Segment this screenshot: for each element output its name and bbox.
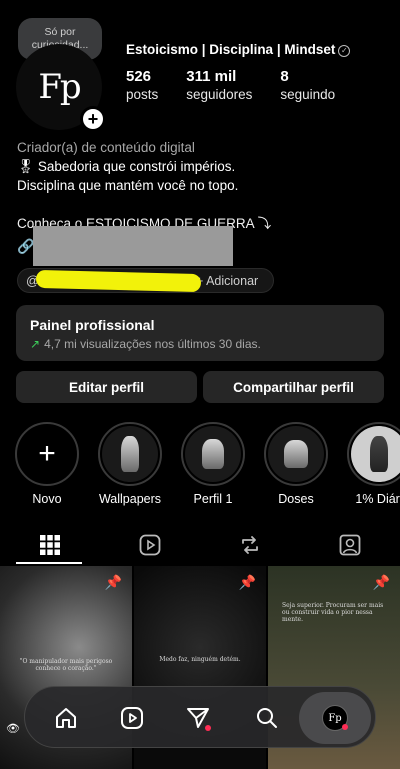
- highlight-perfil-1[interactable]: Perfil 1: [180, 422, 246, 506]
- profile-stats: 526 posts 311 mil seguidores 8 seguindo: [126, 68, 363, 102]
- stat-followers[interactable]: 311 mil seguidores: [186, 68, 252, 102]
- grid-icon: [40, 535, 60, 555]
- reels-icon: [139, 534, 161, 556]
- highlight-label: Doses: [278, 492, 314, 506]
- bio-category: Criador(a) de conteúdo digital: [17, 140, 195, 155]
- home-icon: [56, 708, 76, 728]
- stat-value: 8: [280, 68, 289, 85]
- threads-add-label: + Adicionar: [196, 274, 259, 288]
- share-profile-button[interactable]: Compartilhar perfil: [203, 371, 384, 403]
- bio-line: Disciplina que mantém você no topo.: [17, 178, 239, 193]
- plus-icon: +: [38, 437, 56, 470]
- highlight-label: Novo: [32, 492, 62, 506]
- panel-title: Painel profissional: [30, 317, 155, 333]
- repost-icon: [242, 536, 258, 554]
- bottom-nav-bar: Fp: [24, 686, 376, 748]
- post-quote: "O manipulador mais perigoso conhece o c…: [19, 658, 113, 672]
- tab-reels[interactable]: [137, 532, 163, 558]
- stat-label: posts: [126, 87, 159, 102]
- pin-icon: 📌: [372, 574, 390, 590]
- stat-label: seguindo: [280, 87, 336, 102]
- nav-home[interactable]: [49, 701, 83, 735]
- professional-dashboard[interactable]: Painel profissional ↗ 4,7 mi visualizaçõe…: [16, 305, 384, 361]
- bio: Criador(a) de conteúdo digital 🎖 Sabedor…: [17, 138, 387, 233]
- nav-profile[interactable]: Fp: [318, 701, 352, 735]
- link-icon[interactable]: 🔗: [17, 238, 34, 255]
- tagged-person-icon: [339, 534, 361, 556]
- story-highlights: + Novo Wallpapers Perfil 1 Doses 1% Diár…: [0, 422, 400, 512]
- highlight-doses[interactable]: Doses: [263, 422, 329, 506]
- highlight-wallpapers[interactable]: Wallpapers: [97, 422, 163, 506]
- avatar-monogram: Fp: [38, 67, 81, 107]
- add-story-button[interactable]: +: [80, 106, 106, 132]
- notification-dot: [342, 724, 348, 730]
- redacted-link[interactable]: [33, 226, 233, 266]
- pin-icon: 📌: [238, 574, 256, 590]
- post-quote: Seja superior. Procuram ser mais ou cons…: [282, 602, 384, 623]
- notification-dot: [205, 725, 211, 731]
- tab-reposts[interactable]: [237, 532, 263, 558]
- bust-image: [202, 439, 224, 469]
- nav-messages[interactable]: [181, 701, 215, 735]
- nav-search[interactable]: [250, 701, 284, 735]
- tab-tagged[interactable]: [337, 532, 363, 558]
- eye-icon: 👁: [6, 723, 20, 735]
- stat-value: 526: [126, 68, 152, 85]
- plus-icon: +: [87, 109, 99, 129]
- statue-image: [121, 436, 139, 472]
- profile-tabs: [0, 526, 400, 564]
- nav-reels[interactable]: [115, 701, 149, 735]
- highlight-diario[interactable]: 1% Diári: [346, 422, 400, 506]
- verified-icon: ✓: [338, 45, 351, 57]
- edit-profile-button[interactable]: Editar perfil: [16, 371, 197, 403]
- active-tab-indicator: [16, 562, 82, 564]
- search-icon: [257, 708, 277, 728]
- post-quote: Medo faz, ninguém detém.: [159, 656, 241, 663]
- highlight-ring: [181, 422, 245, 486]
- stat-label: seguidores: [186, 87, 253, 102]
- highlight-label: Wallpapers: [98, 492, 162, 506]
- highlight-ring: [347, 422, 400, 486]
- pin-icon: 📌: [104, 574, 122, 590]
- highlight-ring: [98, 422, 162, 486]
- stat-following[interactable]: 8 seguindo: [280, 68, 335, 102]
- highlight-ring: [264, 422, 328, 486]
- highlight-label: Perfil 1: [193, 492, 233, 506]
- highlight-new[interactable]: + Novo: [14, 422, 80, 506]
- reels-icon: [121, 707, 143, 729]
- panel-subtitle: ↗ 4,7 mi visualizações nos últimos 30 dia…: [30, 337, 261, 351]
- stat-posts[interactable]: 526 posts: [126, 68, 158, 102]
- trend-up-icon: ↗: [30, 337, 41, 351]
- statue-back-image: [284, 440, 308, 468]
- bio-line: 🎖 Sabedoria que constrói impérios.: [17, 159, 236, 174]
- tab-grid[interactable]: [37, 532, 63, 558]
- stat-value: 311 mil: [186, 68, 237, 85]
- statue-image: [370, 436, 388, 472]
- highlight-label: 1% Diári: [355, 492, 400, 506]
- highlight-ring: +: [15, 422, 79, 486]
- profile-username: Estoicismo | Disciplina | Mindset ✓: [126, 42, 351, 57]
